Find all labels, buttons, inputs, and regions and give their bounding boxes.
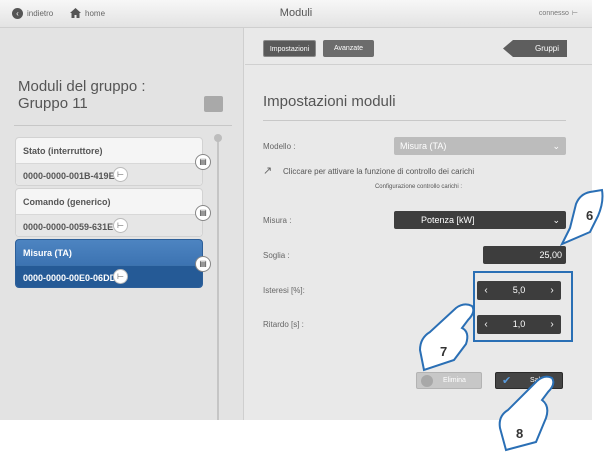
group-title-line2: Gruppo 11	[18, 95, 88, 112]
group-menu-button[interactable]	[204, 96, 223, 112]
divider	[14, 125, 232, 126]
device-id-row: 0000-0000-001B-419E ⊢	[16, 163, 202, 185]
usb-icon: ⊢	[113, 167, 128, 182]
usb-icon: ⊢	[113, 218, 128, 233]
device-name: Misura (TA)	[23, 248, 72, 258]
load-control-subtitle: Configurazione controllo carichi :	[374, 184, 463, 190]
card-icon[interactable]: ▤	[195, 205, 211, 221]
misura-label: Misura :	[263, 216, 292, 225]
modello-value: Misura (TA)	[400, 141, 447, 151]
settings-heading: Impostazioni moduli	[263, 93, 396, 110]
trash-icon	[421, 375, 433, 387]
gruppi-button[interactable]: Gruppi	[503, 40, 567, 57]
device-id: 0000-0000-001B-419E	[23, 171, 115, 181]
device-id-row: 0000-0000-00E0-06DD ⊢	[16, 265, 202, 287]
usb-icon: ⊢	[113, 269, 128, 284]
connection-label: connesso	[538, 9, 569, 17]
misura-select[interactable]: Potenza [kW] ⌄	[394, 211, 566, 229]
highlight-box	[473, 271, 573, 342]
tab-avanzate[interactable]: Avanzate	[323, 40, 374, 57]
device-item-stato[interactable]: Stato (interruttore) 0000-0000-001B-419E…	[15, 137, 211, 186]
load-control-icon[interactable]: ↗	[263, 165, 277, 178]
divider	[245, 64, 592, 65]
callout-7: 7	[418, 303, 475, 372]
callout-number-6: 6	[586, 208, 593, 223]
soglia-input[interactable]: 25,00	[483, 246, 566, 264]
isteresi-label: Isteresi [%]:	[263, 286, 305, 295]
tab-impostazioni[interactable]: Impostazioni	[263, 40, 316, 57]
usb-icon: ⊢	[571, 10, 578, 17]
callout-number-8: 8	[516, 426, 523, 441]
scrollbar-knob[interactable]	[214, 134, 222, 142]
device-id: 0000-0000-0059-631E	[23, 222, 114, 232]
device-item-misura[interactable]: Misura (TA) 0000-0000-00E0-06DD ⊢ ▤	[15, 239, 211, 288]
delete-label: Elimina	[443, 377, 466, 384]
modello-select[interactable]: Misura (TA) ⌄	[394, 137, 566, 155]
card-icon[interactable]: ▤	[195, 154, 211, 170]
misura-value: Potenza [kW]	[421, 215, 475, 225]
module-list-panel: Moduli del gruppo : Gruppo 11 Stato (int…	[0, 28, 244, 420]
chevron-down-icon: ⌄	[552, 215, 560, 225]
callout-number-7: 7	[440, 344, 447, 359]
soglia-label: Soglia :	[263, 251, 290, 260]
device-name: Comando (generico)	[23, 197, 111, 207]
device-item-comando[interactable]: Comando (generico) 0000-0000-0059-631E ⊢…	[15, 188, 211, 237]
connection-status: connesso ⊢	[538, 9, 578, 18]
card-icon[interactable]: ▤	[195, 256, 211, 272]
callout-6: 6	[560, 188, 604, 246]
modello-label: Modello :	[263, 142, 296, 151]
group-title: Moduli del gruppo : Gruppo 11	[18, 78, 218, 112]
load-control-link[interactable]: Cliccare per attivare la funzione di con…	[283, 167, 474, 176]
top-bar: ‹ indietro home Moduli connesso ⊢	[0, 0, 592, 28]
delete-button[interactable]: Elimina	[416, 372, 482, 389]
device-name: Stato (interruttore)	[23, 146, 103, 156]
device-id: 0000-0000-00E0-06DD	[23, 273, 117, 283]
divider	[263, 120, 566, 121]
page-title: Moduli	[279, 7, 313, 19]
device-id-row: 0000-0000-0059-631E ⊢	[16, 214, 202, 236]
ritardo-label: Ritardo [s] :	[263, 320, 304, 329]
callout-8: 8	[498, 375, 555, 452]
app-window: ‹ indietro home Moduli connesso ⊢ Moduli…	[0, 0, 592, 420]
group-title-line1: Moduli del gruppo :	[18, 78, 146, 95]
chevron-down-icon: ⌄	[552, 141, 560, 151]
scrollbar-track[interactable]	[217, 136, 219, 420]
